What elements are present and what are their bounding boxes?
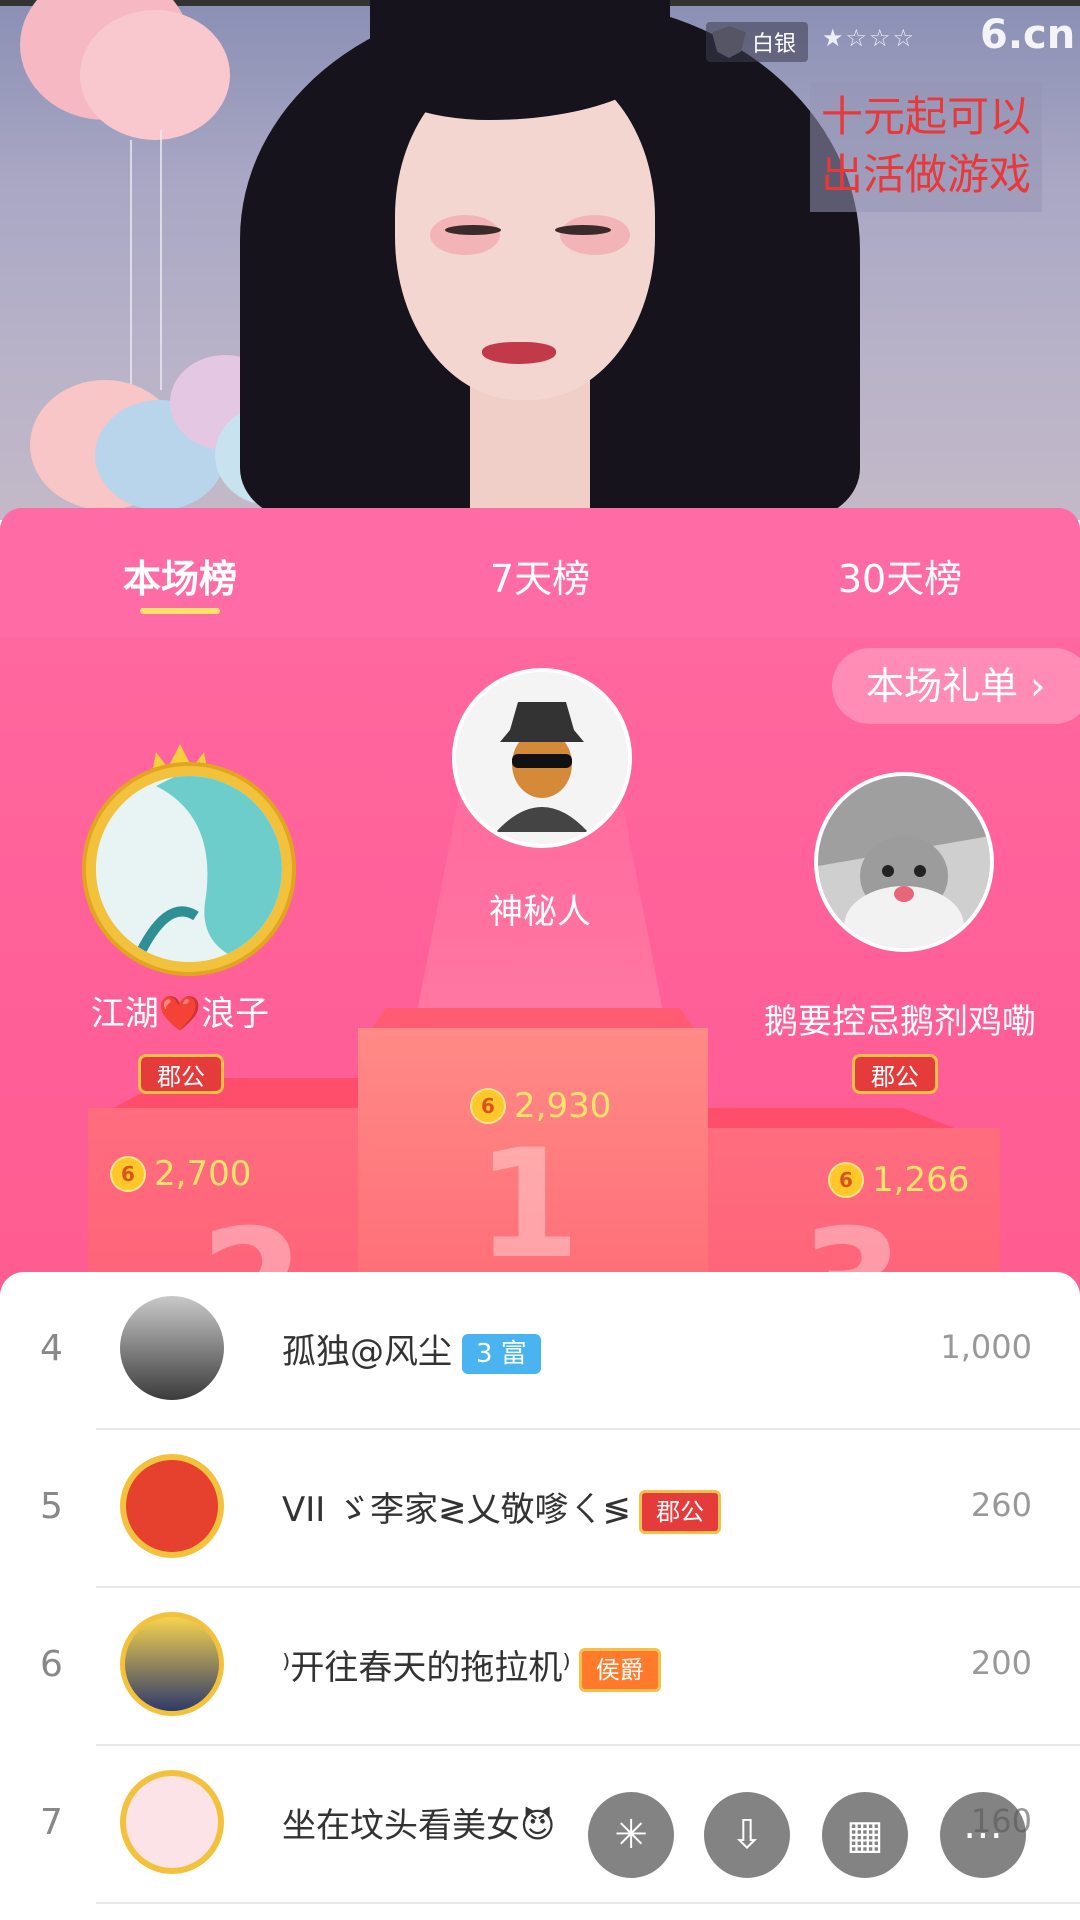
- cat-avatar-image: [818, 776, 990, 948]
- list-rank: 5: [40, 1486, 63, 1527]
- rank-stars: ★☆☆☆: [822, 24, 917, 52]
- eye: [555, 225, 611, 235]
- shield-icon: [712, 26, 746, 58]
- ranking-tabs: 本场榜 7天榜 30天榜: [0, 508, 1080, 638]
- list-name: VII ゞ李家≷乂敬嗲ㄑ≶ 郡公: [282, 1482, 722, 1534]
- coin-icon: 6: [110, 1156, 146, 1192]
- list-name: 坐在坟头看美女😈: [282, 1798, 555, 1847]
- top2-score-value: 2,700: [154, 1154, 252, 1194]
- list-item[interactable]: 7 坐在坟头看美女😈 160: [0, 1746, 1080, 1904]
- avatar[interactable]: [120, 1454, 224, 1558]
- divider: [96, 1902, 1080, 1904]
- download-button[interactable]: ⇩: [704, 1792, 790, 1878]
- cheek: [560, 215, 630, 255]
- coin-icon: 6: [470, 1088, 506, 1124]
- avatar[interactable]: [120, 1770, 224, 1874]
- list-score: 260: [970, 1486, 1032, 1524]
- noble-badge: 郡公: [639, 1489, 722, 1534]
- list-item[interactable]: 5 VII ゞ李家≷乂敬嗲ㄑ≶ 郡公 260: [0, 1430, 1080, 1588]
- top1-score-value: 2,930: [514, 1086, 612, 1126]
- noble-badge: 侯爵: [578, 1647, 661, 1692]
- top3-name: 鹅要控忌鹅剂鸡嘞: [764, 1002, 1036, 1042]
- top2-name: 江湖❤️浪子: [90, 994, 270, 1034]
- download-icon: ⇩: [730, 1812, 764, 1858]
- gift-list-button[interactable]: 本场礼单 ›: [832, 648, 1080, 724]
- promo-sign: 十元起可以 出活做游戏: [810, 82, 1042, 212]
- list-name: 孤独@风尘 3 富: [282, 1324, 541, 1374]
- balloon: [80, 10, 230, 140]
- list-name-text: ⁾开往春天的拖拉机⁾: [282, 1648, 571, 1688]
- top2-noble-badge: 郡公: [138, 1054, 224, 1094]
- podium-1-number: 1: [476, 1118, 581, 1292]
- tab-this-show[interactable]: 本场榜: [60, 548, 300, 603]
- top2-score: 6 2,700: [110, 1154, 251, 1194]
- list-name-text: 孤独@风尘: [282, 1332, 452, 1372]
- list-name-text: 坐在坟头看美女😈: [282, 1806, 556, 1846]
- tab-underline: [140, 608, 220, 614]
- user-avatar-image: [96, 776, 282, 962]
- list-name-text: VII ゞ李家≷乂敬嗲ㄑ≶: [282, 1490, 632, 1530]
- cheek: [430, 215, 500, 255]
- list-item[interactable]: 4 孤独@风尘 3 富 1,000: [0, 1272, 1080, 1430]
- list-rank: 6: [40, 1644, 63, 1685]
- list-rank: 7: [40, 1802, 63, 1843]
- top3-score-value: 1,266: [872, 1160, 970, 1200]
- more-icon: ⋯: [963, 1812, 1003, 1858]
- top1-avatar[interactable]: [452, 668, 632, 848]
- ranking-list[interactable]: 4 孤独@风尘 3 富 1,000 5 VII ゞ李家≷乂敬嗲ㄑ≶ 郡公 260 6…: [0, 1272, 1080, 1920]
- coin-icon: 6: [828, 1162, 864, 1198]
- rank-badge-label: 白银: [752, 32, 797, 57]
- eye: [445, 225, 501, 235]
- top3-noble-badge: 郡公: [852, 1054, 938, 1094]
- top1-score: 6 2,930: [470, 1086, 611, 1126]
- lips: [482, 342, 556, 364]
- avatar[interactable]: [120, 1612, 224, 1716]
- site-logo: 6.cn: [980, 12, 1076, 58]
- grid-button[interactable]: ▦: [822, 1792, 908, 1878]
- list-rank: 4: [40, 1328, 63, 1369]
- anchor-rank-badge: 白银: [706, 22, 809, 62]
- list-item[interactable]: 6 ⁾开往春天的拖拉机⁾ 侯爵 200: [0, 1588, 1080, 1746]
- wealth-level-badge: 3 富: [462, 1333, 541, 1374]
- live-video[interactable]: 白银 ★☆☆☆ 6.cn 十元起可以 出活做游戏: [0, 0, 1080, 520]
- top1-name: 神秘人: [489, 892, 591, 932]
- share-icon: ✳: [614, 1812, 648, 1858]
- more-button[interactable]: ⋯: [940, 1792, 1026, 1878]
- grid-icon: ▦: [846, 1812, 884, 1858]
- share-button[interactable]: ✳: [588, 1792, 674, 1878]
- streamer-neck: [470, 380, 590, 520]
- promo-line-1: 十元起可以: [820, 92, 1031, 141]
- list-score: 1,000: [940, 1328, 1032, 1366]
- tab-30-days[interactable]: 30天榜: [780, 548, 1020, 603]
- promo-line-2: 出活做游戏: [820, 150, 1031, 199]
- top3-avatar[interactable]: [814, 772, 994, 952]
- top3-score: 6 1,266: [828, 1160, 969, 1200]
- balloon-string: [160, 130, 162, 390]
- tab-7-days[interactable]: 7天榜: [420, 548, 660, 603]
- avatar[interactable]: [120, 1296, 224, 1400]
- top2-avatar[interactable]: [86, 766, 292, 972]
- list-score: 200: [970, 1644, 1032, 1682]
- list-name: ⁾开往春天的拖拉机⁾ 侯爵: [282, 1640, 661, 1692]
- balloon-string: [130, 140, 132, 400]
- mystery-man-icon: [456, 672, 628, 844]
